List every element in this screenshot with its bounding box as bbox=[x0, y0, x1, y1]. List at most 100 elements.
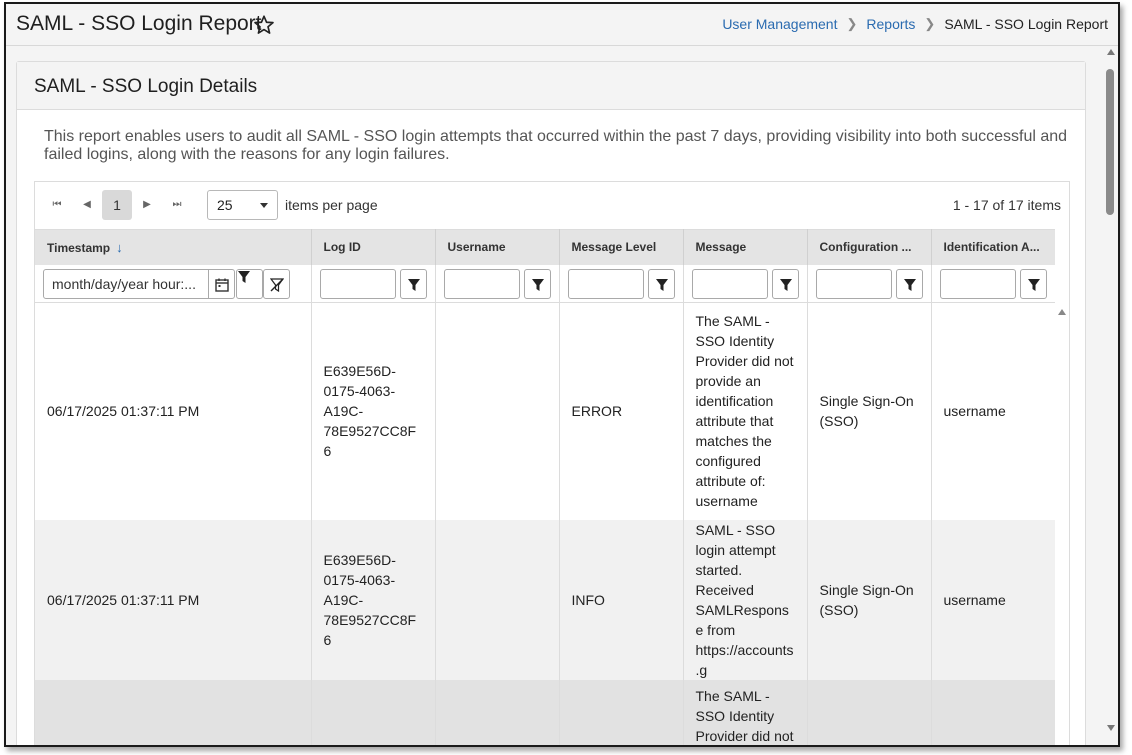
col-header-label: Timestamp bbox=[47, 240, 111, 255]
cell-message-level: ERROR bbox=[559, 302, 684, 520]
table-viewport: Timestamp ↓ Log ID Username Message Level… bbox=[35, 229, 1055, 745]
filter-cell-log-id bbox=[311, 264, 436, 303]
pager: ⏮ ◀ 1 ▶ ⏭ 25 items per page 1 - 17 of 17… bbox=[35, 182, 1069, 229]
log-id-filter-button[interactable] bbox=[399, 268, 427, 299]
col-header-log-id[interactable]: Log ID bbox=[311, 229, 436, 265]
col-header-identification[interactable]: Identification A... bbox=[931, 229, 1055, 265]
configuration-filter-button[interactable] bbox=[895, 268, 923, 299]
chevron-right-icon: ❯ bbox=[924, 16, 936, 31]
filter-icon bbox=[531, 278, 544, 291]
filter-cell-identification bbox=[931, 264, 1055, 303]
previous-page-icon[interactable]: ◀ bbox=[79, 197, 95, 213]
report-description: This report enables users to audit all S… bbox=[44, 128, 1068, 163]
filter-icon bbox=[1027, 278, 1040, 291]
page-size-select[interactable]: 25 bbox=[207, 190, 278, 220]
breadcrumb-user-management[interactable]: User Management bbox=[722, 16, 837, 32]
cell-identification: username bbox=[931, 302, 1055, 520]
breadcrumb: User Management ❯ Reports ❯ SAML - SSO L… bbox=[722, 16, 1108, 32]
cell-username bbox=[435, 679, 560, 745]
cell-log-id: E639E56D-0175-4063-A19C-78E9527CC8F6 bbox=[311, 302, 436, 520]
message-filter-button[interactable] bbox=[771, 268, 799, 299]
cell-timestamp: 06/17/2025 01:37:11 PM bbox=[35, 519, 312, 680]
last-page-icon[interactable]: ⏭ bbox=[169, 197, 185, 213]
sort-descending-icon[interactable]: ↓ bbox=[116, 240, 123, 255]
cell-configuration: Single Sign-On (SSO) bbox=[807, 519, 932, 680]
scroll-up-arrow-icon[interactable] bbox=[1058, 309, 1066, 315]
filter-icon bbox=[903, 278, 916, 291]
filter-cell-configuration bbox=[807, 264, 932, 303]
col-header-timestamp[interactable]: Timestamp ↓ bbox=[35, 229, 312, 265]
card-title: SAML - SSO Login Details bbox=[34, 76, 258, 97]
message-level-filter-input[interactable] bbox=[567, 268, 644, 299]
app-header: SAML - SSO Login Report User Management … bbox=[6, 4, 1118, 46]
chevron-right-icon: ❯ bbox=[846, 16, 858, 31]
log-id-filter-input[interactable] bbox=[319, 268, 396, 299]
page-size-value: 25 bbox=[217, 197, 233, 213]
identification-filter-input[interactable] bbox=[939, 268, 1016, 299]
calendar-icon[interactable] bbox=[208, 269, 234, 298]
configuration-filter-input[interactable] bbox=[815, 268, 892, 299]
filter-cell-username bbox=[435, 264, 560, 303]
favorite-star-icon[interactable] bbox=[253, 14, 275, 36]
table-row[interactable]: 06/17/2025 01:37:11 PM E639E56D-0175-406… bbox=[35, 302, 1055, 520]
report-card: SAML - SSO Login Details This report ena… bbox=[16, 61, 1086, 745]
first-page-icon[interactable]: ⏮ bbox=[49, 197, 65, 213]
page-scrollbar[interactable] bbox=[1104, 47, 1118, 745]
app-window: SAML - SSO Login Report User Management … bbox=[4, 2, 1120, 747]
timestamp-filter-input[interactable]: month/day/year hour:... bbox=[43, 268, 235, 299]
caret-down-icon bbox=[260, 203, 268, 208]
filter-icon bbox=[655, 278, 668, 291]
card-header: SAML - SSO Login Details bbox=[17, 62, 1085, 110]
current-page-button[interactable]: 1 bbox=[102, 190, 132, 220]
identification-filter-button[interactable] bbox=[1019, 268, 1047, 299]
cell-log-id: E639E56D-0175-4063-A19C-78E9527CC8F6 bbox=[311, 519, 436, 680]
timestamp-filter-button[interactable] bbox=[236, 268, 263, 299]
username-filter-input[interactable] bbox=[443, 268, 520, 299]
col-header-configuration[interactable]: Configuration ... bbox=[807, 229, 932, 265]
clear-filter-button[interactable] bbox=[263, 268, 290, 299]
cell-timestamp bbox=[35, 679, 312, 745]
filter-cell-message-level bbox=[559, 264, 684, 303]
scroll-up-arrow-icon[interactable] bbox=[1107, 49, 1115, 55]
grid-scrollbar[interactable] bbox=[1055, 303, 1069, 745]
breadcrumb-current: SAML - SSO Login Report bbox=[944, 16, 1108, 32]
cell-username bbox=[435, 302, 560, 520]
col-header-username[interactable]: Username bbox=[435, 229, 560, 265]
cell-message-level: INFO bbox=[559, 519, 684, 680]
header-row: Timestamp ↓ Log ID Username Message Level… bbox=[35, 229, 1055, 265]
filter-icon bbox=[407, 278, 420, 291]
clear-filter-icon bbox=[270, 277, 284, 292]
cell-identification: username bbox=[931, 519, 1055, 680]
timestamp-filter-placeholder: month/day/year hour:... bbox=[52, 275, 196, 292]
message-filter-input[interactable] bbox=[691, 268, 768, 299]
cell-configuration: Single Sign-On (SSO) bbox=[807, 302, 932, 520]
message-level-filter-button[interactable] bbox=[647, 268, 675, 299]
items-per-page-label: items per page bbox=[285, 197, 378, 213]
breadcrumb-reports[interactable]: Reports bbox=[866, 16, 915, 32]
col-header-message-level[interactable]: Message Level bbox=[559, 229, 684, 265]
username-filter-button[interactable] bbox=[523, 268, 551, 299]
filter-cell-message bbox=[683, 264, 808, 303]
filter-icon bbox=[238, 270, 250, 283]
table-row[interactable]: 06/17/2025 01:37:11 PM E639E56D-0175-406… bbox=[35, 519, 1055, 680]
cell-message: SAML - SSO login attempt started. Receiv… bbox=[683, 519, 808, 680]
cell-configuration bbox=[807, 679, 932, 745]
col-header-message[interactable]: Message bbox=[683, 229, 808, 265]
cell-username bbox=[435, 519, 560, 680]
scroll-down-arrow-icon[interactable] bbox=[1107, 725, 1115, 731]
cell-log-id bbox=[311, 679, 436, 745]
table-row[interactable]: The SAML - SSO Identity Provider did not bbox=[35, 679, 1055, 745]
cell-message: The SAML - SSO Identity Provider did not… bbox=[683, 302, 808, 520]
filter-cell-timestamp: month/day/year hour:... bbox=[35, 264, 312, 303]
scroll-thumb[interactable] bbox=[1106, 69, 1114, 215]
screenshot-frame: SAML - SSO Login Report User Management … bbox=[0, 0, 1132, 755]
login-table: Timestamp ↓ Log ID Username Message Level… bbox=[35, 229, 1055, 745]
cell-message: The SAML - SSO Identity Provider did not bbox=[683, 679, 808, 745]
filter-row: month/day/year hour:... bbox=[35, 264, 1055, 303]
next-page-icon[interactable]: ▶ bbox=[139, 197, 155, 213]
filter-icon bbox=[779, 278, 792, 291]
cell-identification bbox=[931, 679, 1055, 745]
report-grid: ⏮ ◀ 1 ▶ ⏭ 25 items per page 1 - 17 of 17… bbox=[34, 181, 1070, 745]
pager-info: 1 - 17 of 17 items bbox=[952, 197, 1061, 213]
cell-message-level bbox=[559, 679, 684, 745]
